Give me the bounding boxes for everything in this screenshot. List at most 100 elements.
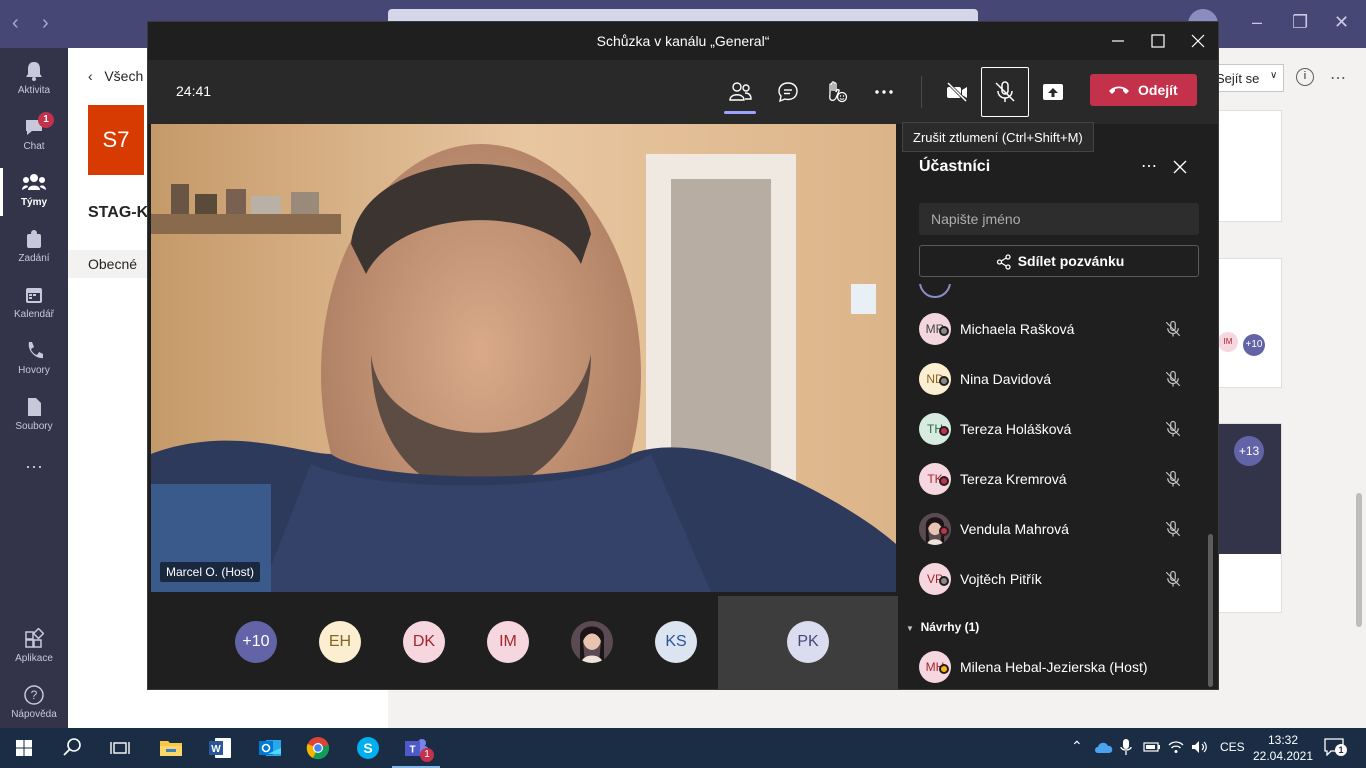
show-chat-button[interactable]: [770, 74, 806, 110]
participant-avatar[interactable]: IM: [487, 621, 529, 663]
status-away-icon: [939, 664, 949, 674]
rail-item-calls[interactable]: Hovory: [0, 332, 68, 388]
rail-item-assignments[interactable]: Zadání: [0, 220, 68, 276]
participant-row[interactable]: MR Michaela Rašková: [899, 304, 1209, 354]
file-explorer-icon[interactable]: [157, 734, 185, 762]
rail-item-calendar[interactable]: Kalendář: [0, 276, 68, 332]
meeting-title-bar: Schůzka v kanálu „General“: [148, 22, 1218, 60]
partial-avatar: [919, 284, 951, 298]
skype-icon[interactable]: S: [354, 734, 382, 762]
participant-avatar[interactable]: EH: [319, 621, 361, 663]
unmute-button[interactable]: [981, 67, 1029, 117]
rail-label: Soubory: [15, 421, 53, 432]
chat-badge: 1: [38, 112, 54, 128]
notification-center-button[interactable]: 1: [1324, 738, 1347, 758]
share-screen-button[interactable]: [1035, 74, 1071, 110]
scrollbar[interactable]: [1208, 534, 1213, 687]
team-name[interactable]: STAG-K: [88, 204, 148, 222]
status-offline-icon: [939, 326, 949, 336]
onedrive-icon[interactable]: [1094, 740, 1114, 754]
mic-off-icon[interactable]: [1164, 320, 1182, 338]
raise-hand-icon: [829, 81, 848, 103]
mic-off-icon[interactable]: [1164, 570, 1182, 588]
more-apps-icon[interactable]: ⋯: [0, 452, 68, 482]
participant-avatar[interactable]: DK: [403, 621, 445, 663]
chevron-up-icon[interactable]: ⌃: [1071, 738, 1083, 755]
windows-start-icon[interactable]: [10, 734, 38, 762]
info-icon[interactable]: i: [1296, 68, 1314, 86]
svg-text:S: S: [363, 740, 372, 756]
word-icon[interactable]: W: [206, 734, 234, 762]
taskbar: W S T 1 ⌃ CES 13:32 22.04.2021 1: [0, 728, 1366, 768]
minimize-icon[interactable]: [1107, 30, 1129, 52]
reactions-button[interactable]: [818, 74, 854, 110]
suggestions-section-header[interactable]: ▼ Návrhy (1): [906, 620, 979, 634]
mic-off-icon[interactable]: [1164, 470, 1182, 488]
outlook-icon[interactable]: [256, 734, 284, 762]
hang-up-icon: [1109, 86, 1129, 94]
speaker-video: [151, 124, 896, 592]
close-icon[interactable]: [1173, 160, 1187, 174]
svg-text:W: W: [211, 744, 221, 755]
mic-off-icon[interactable]: [1164, 420, 1182, 438]
volume-icon[interactable]: [1191, 740, 1209, 754]
scrollbar[interactable]: [1356, 493, 1362, 627]
main-video-feed[interactable]: Marcel O. (Host): [151, 124, 896, 592]
self-video-tile[interactable]: PK: [718, 596, 898, 689]
mic-off-icon[interactable]: [1164, 520, 1182, 538]
unmute-tooltip: Zrušit ztlumení (Ctrl+Shift+M): [902, 122, 1094, 152]
chevron-down-icon[interactable]: ∨: [1270, 70, 1277, 81]
all-teams-link[interactable]: ‹ Všech: [88, 68, 143, 84]
toolbar-divider: [921, 76, 922, 108]
clock-time[interactable]: 13:32: [1250, 733, 1316, 747]
bell-icon: [26, 62, 42, 81]
suggested-participant-row[interactable]: MH Milena Hebal-Jezierska (Host): [899, 642, 1209, 689]
participant-row[interactable]: VP Vojtěch Pitřík: [899, 554, 1209, 604]
mic-off-icon[interactable]: [1164, 370, 1182, 388]
participant-row[interactable]: TK Tereza Kremrová: [899, 454, 1209, 504]
teams-restore-icon[interactable]: ❐: [1292, 12, 1308, 33]
forward-arrow-icon[interactable]: ›: [42, 12, 49, 35]
close-icon[interactable]: [1187, 30, 1209, 52]
clock-date[interactable]: 22.04.2021: [1250, 749, 1316, 763]
more-participants-avatar[interactable]: +10: [235, 621, 277, 663]
participant-avatar[interactable]: KS: [655, 621, 697, 663]
meeting-timer: 24:41: [176, 83, 212, 99]
camera-toggle-button[interactable]: [939, 74, 975, 110]
leave-button[interactable]: Odejít: [1090, 74, 1197, 106]
participant-row[interactable]: TH Tereza Holášková: [899, 404, 1209, 454]
status-offline-icon: [939, 376, 949, 386]
more-icon[interactable]: ⋯: [1141, 156, 1158, 176]
participant-photo-avatar[interactable]: [571, 621, 613, 663]
rail-item-apps[interactable]: Aplikace: [0, 620, 68, 676]
join-meeting-button[interactable]: Sejít se ∨: [1209, 64, 1284, 92]
rail-item-files[interactable]: Soubory: [0, 388, 68, 444]
teams-minimize-icon[interactable]: –: [1252, 12, 1262, 33]
chrome-icon[interactable]: [304, 734, 332, 762]
microphone-icon[interactable]: [1120, 738, 1132, 756]
task-view-icon[interactable]: [106, 734, 134, 762]
more-participants-badge: +13: [1234, 436, 1264, 466]
show-participants-button[interactable]: [722, 74, 758, 114]
battery-icon[interactable]: [1143, 741, 1161, 753]
help-icon: ?: [24, 685, 44, 705]
language-indicator[interactable]: CES: [1220, 740, 1245, 754]
participant-search-input[interactable]: [919, 203, 1199, 235]
rail-item-activity[interactable]: Aktivita: [0, 52, 68, 108]
rail-item-teams[interactable]: Týmy: [0, 164, 68, 220]
maximize-icon[interactable]: [1147, 30, 1169, 52]
svg-text:?: ?: [31, 688, 38, 702]
wifi-icon[interactable]: [1168, 740, 1184, 754]
search-icon[interactable]: [58, 734, 86, 762]
participant-row[interactable]: ND Nina Davidová: [899, 354, 1209, 404]
rail-item-chat[interactable]: 1 Chat: [0, 108, 68, 164]
teams-taskbar-icon[interactable]: T 1: [392, 734, 440, 768]
rail-item-help[interactable]: ? Nápověda: [0, 676, 68, 732]
back-arrow-icon[interactable]: ‹: [12, 12, 19, 35]
more-options-icon[interactable]: ⋯: [1330, 68, 1346, 88]
share-invite-button[interactable]: Sdílet pozvánku: [919, 245, 1199, 277]
teams-close-icon[interactable]: ✕: [1334, 12, 1349, 33]
more-participants-badge: +10: [1243, 334, 1265, 356]
more-actions-button[interactable]: [866, 74, 902, 110]
participant-row[interactable]: Vendula Mahrová: [899, 504, 1209, 554]
